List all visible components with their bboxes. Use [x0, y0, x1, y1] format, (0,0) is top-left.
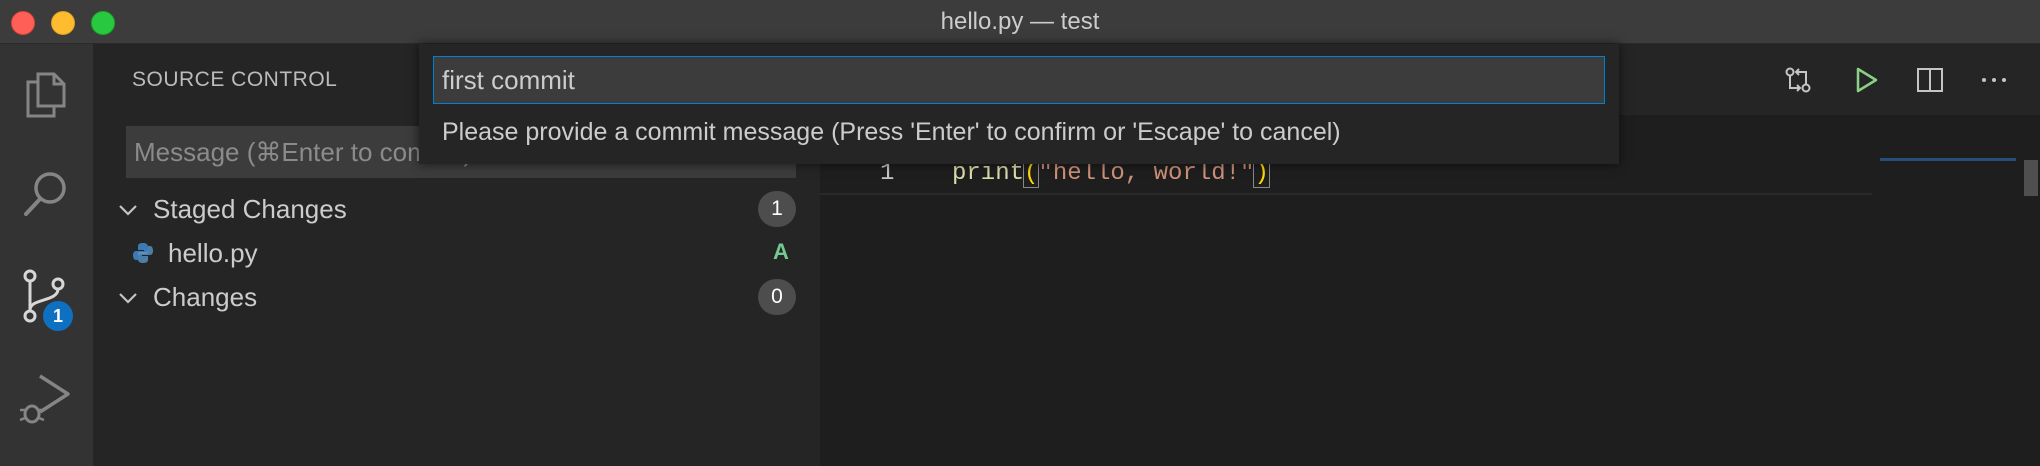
- run-icon[interactable]: [1850, 64, 1882, 96]
- minimap[interactable]: [1880, 158, 2016, 161]
- title-bar: hello.py — test: [0, 0, 2040, 44]
- code-function: print: [952, 160, 1025, 187]
- vertical-scrollbar[interactable]: [2024, 160, 2038, 196]
- staged-changes-group[interactable]: Staged Changes 1: [93, 187, 820, 231]
- quick-input-message: Please provide a commit message (Press '…: [442, 118, 1341, 146]
- staged-changes-label: Staged Changes: [153, 194, 347, 224]
- file-name: hello.py: [168, 238, 258, 268]
- debug-icon[interactable]: [16, 368, 76, 428]
- activity-bar: 1: [0, 44, 93, 466]
- quick-input-widget: Please provide a commit message (Press '…: [419, 44, 1619, 164]
- chevron-down-icon: [119, 205, 137, 216]
- files-icon[interactable]: [16, 64, 76, 124]
- current-line-highlight: [820, 193, 1872, 195]
- file-item-hello-py[interactable]: hello.py A: [93, 231, 820, 275]
- file-status-added: A: [773, 239, 789, 264]
- compare-changes-icon[interactable]: [1782, 64, 1814, 96]
- source-control-badge: 1: [41, 299, 75, 333]
- code-close-paren: ): [1253, 159, 1270, 188]
- commit-message-quick-input[interactable]: [433, 56, 1605, 104]
- changes-label: Changes: [153, 282, 258, 312]
- split-editor-icon[interactable]: [1914, 64, 1946, 96]
- sidebar-title: SOURCE CONTROL: [132, 68, 338, 91]
- chevron-down-icon: [119, 293, 137, 304]
- more-actions-icon[interactable]: [1978, 64, 2010, 96]
- changes-group[interactable]: Changes 0: [93, 275, 820, 319]
- code-line[interactable]: print("hello, world!"): [952, 159, 1270, 188]
- code-string: "hello, world!": [1038, 160, 1255, 187]
- python-file-icon: [133, 243, 153, 263]
- line-number: 1: [880, 160, 895, 187]
- window-title: hello.py — test: [940, 8, 1100, 35]
- code-open-paren: (: [1022, 159, 1040, 188]
- staged-changes-count: 1: [758, 191, 796, 227]
- search-icon[interactable]: [16, 164, 76, 224]
- changes-count: 0: [758, 279, 796, 315]
